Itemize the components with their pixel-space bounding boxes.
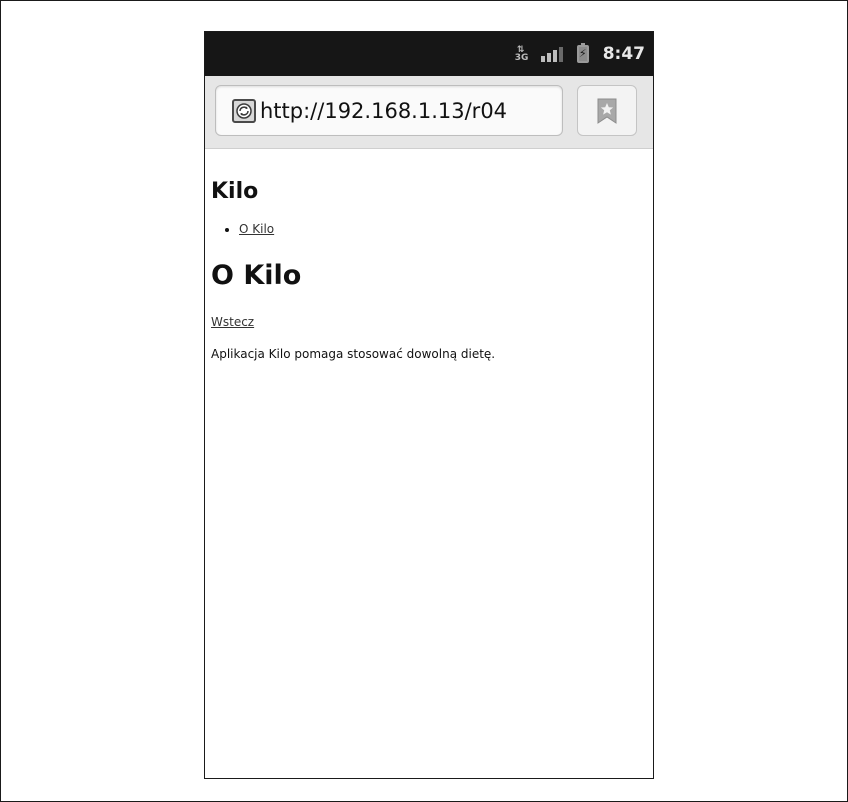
- bookmark-icon: [597, 98, 617, 124]
- globe-icon: [232, 98, 256, 123]
- menu-list: O Kilo: [211, 222, 647, 236]
- phone-screen: ⇅ 3G ⚡ 8:47 http://192.168.1.13/r04 Kilo…: [204, 31, 654, 779]
- status-clock: 8:47: [602, 44, 645, 64]
- signal-icon: [540, 46, 563, 62]
- data-transfer-icon: ⇅ 3G: [514, 46, 529, 63]
- menu-link-o-kilo[interactable]: O Kilo: [239, 222, 274, 236]
- app-title: Kilo: [211, 179, 259, 204]
- bookmark-button[interactable]: [577, 85, 637, 136]
- network-label: 3G: [514, 53, 529, 63]
- url-text: http://192.168.1.13/r04: [260, 98, 508, 123]
- description-text: Aplikacja Kilo pomaga stosować dowolną d…: [211, 347, 496, 361]
- list-item: O Kilo: [239, 222, 647, 236]
- back-link[interactable]: Wstecz: [211, 315, 647, 329]
- browser-toolbar: http://192.168.1.13/r04: [205, 76, 653, 149]
- battery-charging-icon: ⚡: [576, 43, 589, 63]
- status-bar: ⇅ 3G ⚡ 8:47: [205, 32, 653, 76]
- url-bar[interactable]: http://192.168.1.13/r04: [215, 85, 563, 136]
- section-title: O Kilo: [211, 260, 302, 291]
- web-content: Kilo O Kilo O Kilo Wstecz Aplikacja Kilo…: [205, 179, 653, 361]
